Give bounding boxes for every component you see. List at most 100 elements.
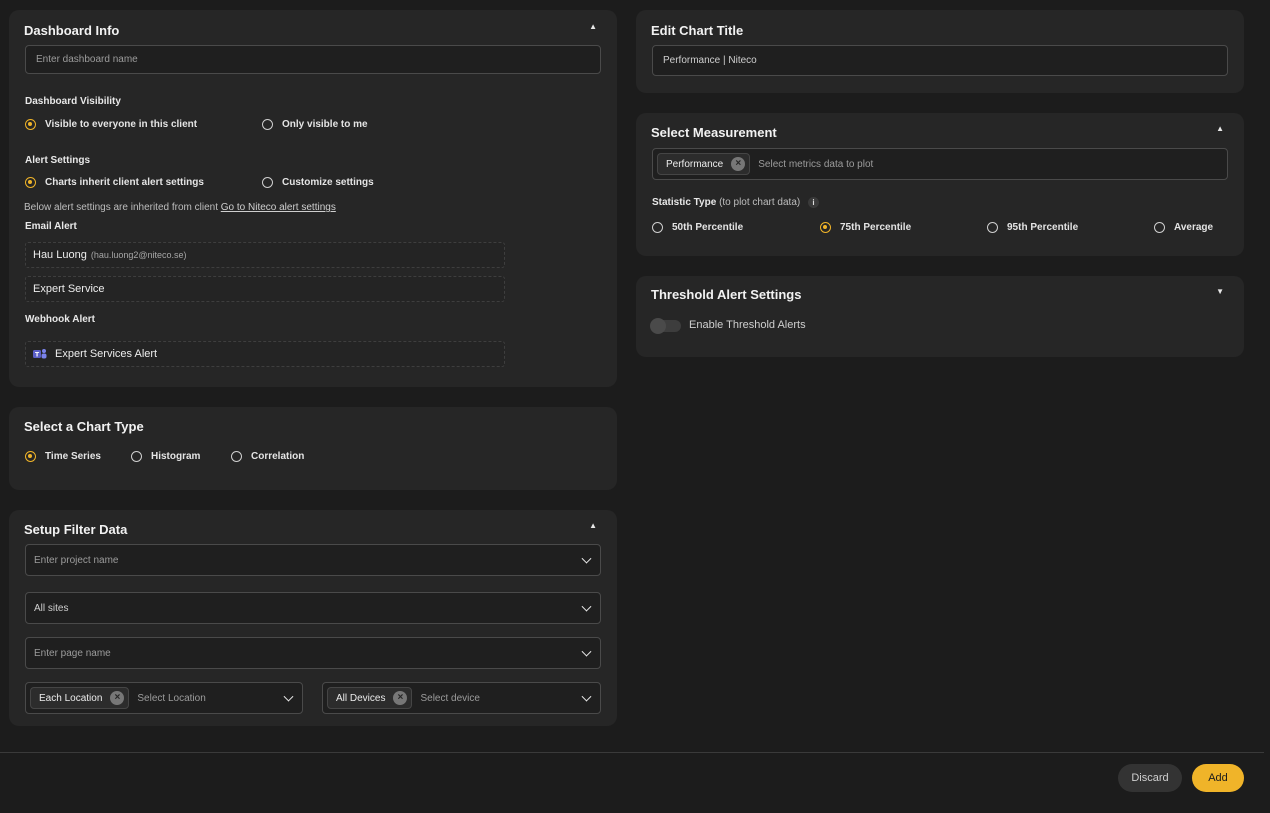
- stat-50th-radio[interactable]: 50th Percentile: [652, 222, 743, 233]
- chart-title-heading: Edit Chart Title: [651, 23, 744, 38]
- discard-button[interactable]: Discard: [1118, 764, 1182, 792]
- threshold-toggle[interactable]: [650, 318, 681, 334]
- radio-selected-icon: [820, 222, 831, 233]
- visibility-everyone-label: Visible to everyone in this client: [45, 119, 198, 130]
- info-icon[interactable]: i: [808, 197, 819, 208]
- chevron-down-icon: [581, 553, 592, 564]
- chevron-down-icon: [581, 691, 592, 702]
- project-placeholder: Enter project name: [34, 554, 119, 566]
- chart-type-histogram-radio[interactable]: Histogram: [131, 451, 200, 462]
- stat-95th-radio[interactable]: 95th Percentile: [987, 222, 1078, 233]
- chart-type-title: Select a Chart Type: [24, 419, 144, 434]
- stat-50th-label: 50th Percentile: [672, 222, 744, 233]
- device-chip-label: All Devices: [336, 692, 386, 704]
- stat-average-radio[interactable]: Average: [1154, 222, 1213, 233]
- chart-type-correlation-label: Correlation: [251, 451, 305, 462]
- stat-75th-radio[interactable]: 75th Percentile: [820, 222, 911, 233]
- filter-panel: Setup Filter Data ▲ Enter project name A…: [9, 510, 617, 726]
- alert-customize-label: Customize settings: [282, 177, 374, 188]
- chevron-down-icon: [581, 601, 592, 612]
- stat-95th-label: 95th Percentile: [1007, 222, 1079, 233]
- remove-chip-icon[interactable]: ×: [393, 691, 408, 705]
- metrics-select[interactable]: Performance × Select metrics data to plo…: [652, 148, 1228, 180]
- visibility-only-me-label: Only visible to me: [282, 119, 368, 130]
- email-recipient-row: Hau Luong (hau.luong2@niteco.se): [25, 242, 505, 268]
- chart-type-time-series-radio[interactable]: Time Series: [25, 451, 101, 462]
- niteco-alert-settings-link[interactable]: Go to Niteco alert settings: [221, 202, 336, 213]
- measurement-panel: Select Measurement ▲ Performance × Selec…: [636, 113, 1244, 256]
- sites-value: All sites: [34, 602, 69, 614]
- radio-selected-icon: [25, 177, 36, 188]
- recipient-name: Hau Luong: [33, 249, 87, 261]
- statistic-type-text: Statistic Type: [652, 197, 717, 208]
- email-alert-label: Email Alert: [25, 221, 77, 232]
- threshold-title: Threshold Alert Settings: [651, 287, 802, 302]
- radio-unselected-icon: [1154, 222, 1165, 233]
- stat-75th-label: 75th Percentile: [840, 222, 912, 233]
- location-chip-label: Each Location: [39, 692, 103, 704]
- threshold-toggle-label: Enable Threshold Alerts: [689, 319, 806, 331]
- threshold-panel: Threshold Alert Settings ▼ Enable Thresh…: [636, 276, 1244, 357]
- statistic-type-hint: (to plot chart data): [719, 197, 801, 208]
- measurement-title: Select Measurement: [651, 125, 777, 140]
- webhook-alert-label: Webhook Alert: [25, 314, 96, 325]
- alert-inherit-label: Charts inherit client alert settings: [45, 177, 204, 188]
- radio-unselected-icon: [652, 222, 663, 233]
- device-placeholder: Select device: [420, 692, 480, 704]
- dashboard-name-placeholder: Enter dashboard name: [36, 54, 138, 65]
- collapse-caret-icon[interactable]: ▲: [589, 22, 597, 31]
- chevron-down-icon: [581, 646, 592, 657]
- page-select[interactable]: Enter page name: [25, 637, 601, 669]
- sites-select[interactable]: All sites: [25, 592, 601, 624]
- webhook-row: T Expert Services Alert: [25, 341, 505, 367]
- chart-title-value: Performance | Niteco: [663, 55, 757, 66]
- page-placeholder: Enter page name: [34, 647, 111, 659]
- radio-selected-icon: [25, 451, 36, 462]
- alert-customize-radio[interactable]: Customize settings: [262, 177, 374, 188]
- device-select[interactable]: All Devices × Select device: [322, 682, 601, 714]
- add-button[interactable]: Add: [1192, 764, 1244, 792]
- remove-chip-icon[interactable]: ×: [110, 691, 125, 705]
- footer-bar: Discard Add: [0, 752, 1264, 802]
- dashboard-info-title: Dashboard Info: [24, 23, 120, 38]
- project-select[interactable]: Enter project name: [25, 544, 601, 576]
- alert-inherit-radio[interactable]: Charts inherit client alert settings: [25, 177, 204, 188]
- chart-type-correlation-radio[interactable]: Correlation: [231, 451, 304, 462]
- radio-unselected-icon: [262, 119, 273, 130]
- radio-selected-icon: [25, 119, 36, 130]
- inherit-note-text: Below alert settings are inherited from …: [24, 202, 218, 213]
- dashboard-name-input[interactable]: Enter dashboard name: [25, 45, 601, 74]
- collapse-caret-icon[interactable]: ▲: [589, 521, 597, 530]
- chart-title-input[interactable]: Performance | Niteco: [652, 45, 1228, 76]
- chart-type-panel: Select a Chart Type Time Series Histogra…: [9, 407, 617, 490]
- visibility-only-me-radio[interactable]: Only visible to me: [262, 119, 368, 130]
- location-chip: Each Location ×: [30, 687, 130, 709]
- chart-title-panel: Edit Chart Title Performance | Niteco: [636, 10, 1244, 93]
- radio-unselected-icon: [987, 222, 998, 233]
- chevron-down-icon: [283, 691, 294, 702]
- radio-unselected-icon: [131, 451, 142, 462]
- recipient-name: Expert Service: [33, 283, 105, 295]
- expand-caret-icon[interactable]: ▼: [1216, 287, 1224, 296]
- stat-average-label: Average: [1174, 222, 1214, 233]
- metric-chip: Performance ×: [657, 153, 751, 175]
- device-chip: All Devices ×: [327, 687, 413, 709]
- filter-title: Setup Filter Data: [24, 522, 128, 537]
- metric-chip-label: Performance: [666, 158, 724, 170]
- statistic-type-label: Statistic Type (to plot chart data) i: [652, 197, 819, 208]
- metrics-placeholder: Select metrics data to plot: [758, 158, 874, 170]
- radio-unselected-icon: [231, 451, 242, 462]
- radio-unselected-icon: [262, 177, 273, 188]
- email-recipient-row: Expert Service: [25, 276, 505, 302]
- visibility-label: Dashboard Visibility: [25, 96, 121, 107]
- location-placeholder: Select Location: [137, 692, 206, 704]
- webhook-name: Expert Services Alert: [55, 348, 158, 360]
- teams-icon: T: [33, 349, 47, 359]
- location-select[interactable]: Each Location × Select Location: [25, 682, 303, 714]
- collapse-caret-icon[interactable]: ▲: [1216, 124, 1224, 133]
- remove-chip-icon[interactable]: ×: [731, 157, 746, 171]
- recipient-email: (hau.luong2@niteco.se): [90, 250, 187, 260]
- dashboard-info-panel: Dashboard Info ▲ Enter dashboard name Da…: [9, 10, 617, 387]
- chart-type-histogram-label: Histogram: [151, 451, 201, 462]
- visibility-everyone-radio[interactable]: Visible to everyone in this client: [25, 119, 197, 130]
